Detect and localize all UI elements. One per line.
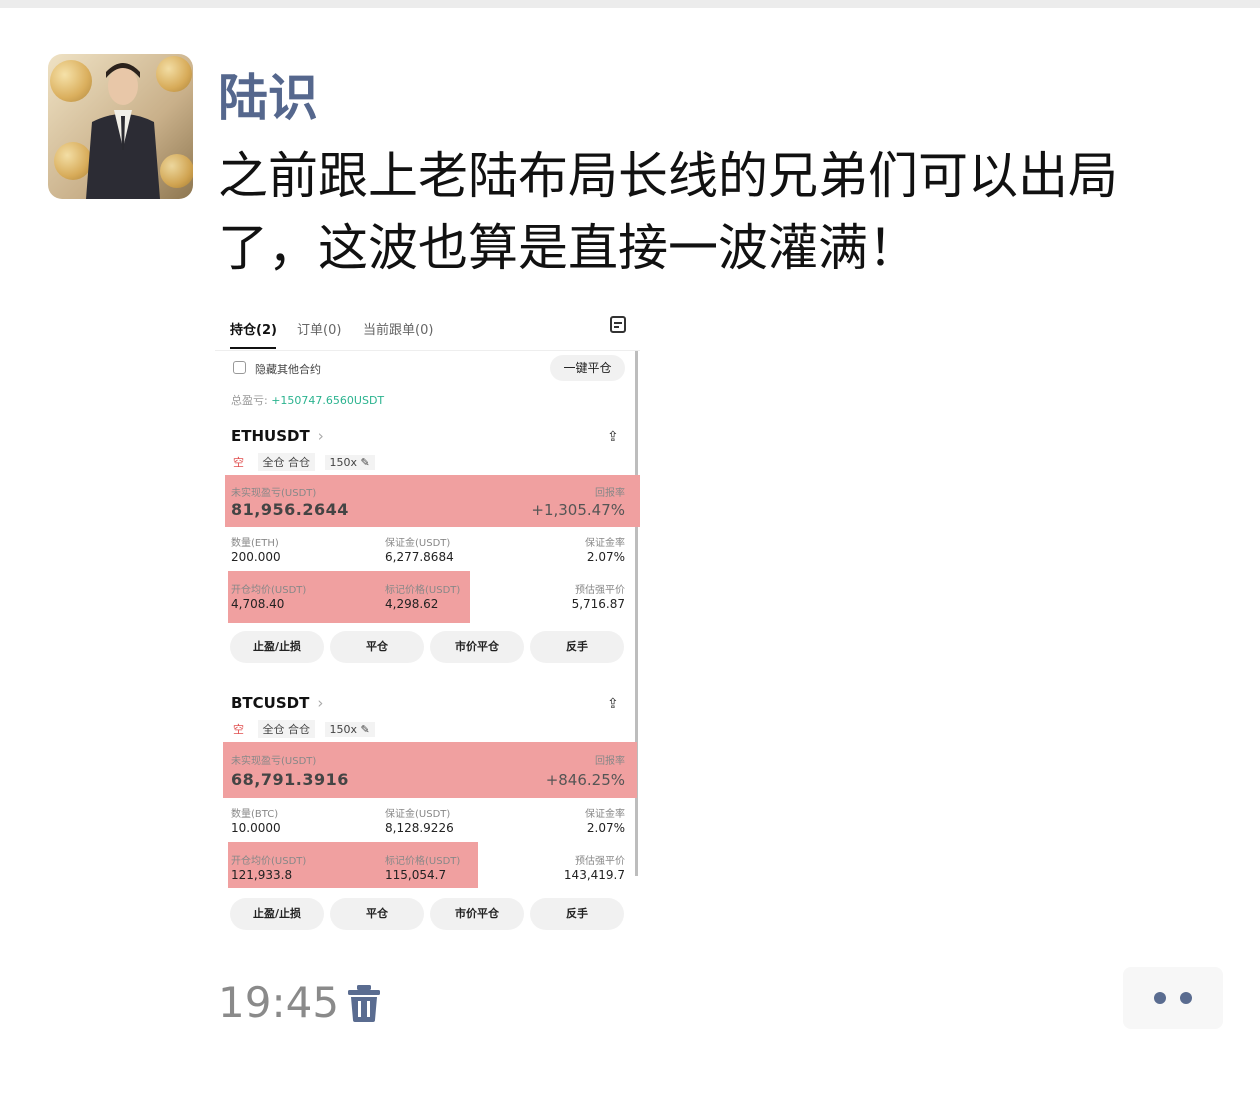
avatar[interactable] xyxy=(48,54,193,199)
symbol-label: BTCUSDT xyxy=(231,694,310,712)
position-symbol[interactable]: ETHUSDT › xyxy=(231,427,324,445)
position-actions: 止盈/止损 平仓 市价平仓 反手 xyxy=(230,898,625,930)
position-tags: 空 全仓 合仓 150x ✎ xyxy=(233,453,381,471)
roe-value: +1,305.47% xyxy=(531,501,625,519)
liq-price-label: 预估强平价 xyxy=(575,856,625,867)
more-icon[interactable] xyxy=(1123,967,1223,1029)
market-close-button[interactable]: 市价平仓 xyxy=(430,631,524,663)
message-time: 19:45 xyxy=(218,978,340,1027)
tp-sl-button[interactable]: 止盈/止损 xyxy=(230,631,324,663)
margin-value: 8,128.9226 xyxy=(385,821,454,835)
close-position-button[interactable]: 平仓 xyxy=(330,631,424,663)
tab-orders[interactable]: 订单(0) xyxy=(297,319,341,338)
mark-price-label: 标记价格(USDT) xyxy=(385,856,461,867)
leverage-value: 150x xyxy=(329,723,358,736)
close-position-button[interactable]: 平仓 xyxy=(330,898,424,930)
quantity-value: 200.000 xyxy=(231,550,281,564)
liq-price-label: 预估强平价 xyxy=(575,585,625,596)
side-tag: 空 xyxy=(233,456,244,469)
roe-value: +846.25% xyxy=(545,771,625,789)
margin-ratio-label: 保证金率 xyxy=(585,809,625,820)
position-card-btc: BTCUSDT › ⇪ 空 全仓 合仓 150x ✎ 未实现盈亏(USDT) 68… xyxy=(215,692,640,942)
tp-sl-button[interactable]: 止盈/止损 xyxy=(230,898,324,930)
position-symbol[interactable]: BTCUSDT › xyxy=(231,694,323,712)
margin-ratio-value: 2.07% xyxy=(586,550,625,564)
mark-price-value: 115,054.7 xyxy=(385,868,447,882)
unrealized-pnl-value: 68,791.3916 xyxy=(231,770,349,789)
person-figure xyxy=(86,63,160,199)
close-all-button[interactable]: 一键平仓 xyxy=(550,355,625,381)
total-pnl-value: +150747.6560USDT xyxy=(271,394,385,407)
margin-ratio-label: 保证金率 xyxy=(585,538,625,549)
margin-value: 6,277.8684 xyxy=(385,550,454,564)
symbol-label: ETHUSDT xyxy=(231,427,310,445)
margin-label: 保证金(USDT) xyxy=(385,538,451,549)
entry-price-label: 开仓均价(USDT) xyxy=(231,856,307,867)
position-actions: 止盈/止损 平仓 市价平仓 反手 xyxy=(230,631,625,663)
market-close-button[interactable]: 市价平仓 xyxy=(430,898,524,930)
share-icon[interactable]: ⇪ xyxy=(607,429,623,445)
entry-price-value: 121,933.8 xyxy=(231,868,293,882)
entry-price-label: 开仓均价(USDT) xyxy=(231,585,307,596)
reverse-button[interactable]: 反手 xyxy=(530,631,624,663)
quantity-label: 数量(BTC) xyxy=(231,809,279,820)
margin-label: 保证金(USDT) xyxy=(385,809,451,820)
entry-price-value: 4,708.40 xyxy=(231,597,285,611)
chevron-right-icon: › xyxy=(317,694,324,712)
reverse-button[interactable]: 反手 xyxy=(530,898,624,930)
leverage-value: 150x xyxy=(329,456,358,469)
tab-underline xyxy=(230,347,276,349)
liq-price-value: 143,419.7 xyxy=(563,868,625,882)
hide-contracts-checkbox[interactable] xyxy=(233,361,246,374)
total-pnl: 总盈亏: +150747.6560USDT xyxy=(231,392,384,408)
tab-positions[interactable]: 持仓(2) xyxy=(230,319,277,338)
dot xyxy=(1180,992,1192,1004)
position-card-eth: ETHUSDT › ⇪ 空 全仓 合仓 150x ✎ 未实现盈亏(USDT) 81… xyxy=(215,425,640,675)
hide-contracts-label: 隐藏其他合约 xyxy=(255,363,321,376)
tab-copy-orders[interactable]: 当前跟单(0) xyxy=(363,319,433,338)
roe-label: 回报率 xyxy=(595,488,625,499)
roe-label: 回报率 xyxy=(595,756,625,767)
edit-icon: ✎ xyxy=(360,456,370,469)
chevron-right-icon: › xyxy=(317,427,324,445)
top-divider xyxy=(0,0,1260,8)
margin-mode-tag: 全仓 合仓 xyxy=(257,453,315,471)
position-tabs: 持仓(2) 订单(0) 当前跟单(0) xyxy=(215,305,640,351)
quantity-value: 10.0000 xyxy=(231,821,281,835)
trading-screenshot[interactable]: 持仓(2) 订单(0) 当前跟单(0) 隐藏其他合约 一键平仓 总盈亏: +15… xyxy=(215,305,640,940)
leverage-tag[interactable]: 150x ✎ xyxy=(324,455,375,470)
doc-icon[interactable] xyxy=(610,316,626,333)
quantity-label: 数量(ETH) xyxy=(231,538,279,549)
liq-price-value: 5,716.87 xyxy=(571,597,625,611)
edit-icon: ✎ xyxy=(360,723,370,736)
dot xyxy=(1154,992,1166,1004)
message-text: 之前跟上老陆布局长线的兄弟们可以出局了，这波也算是直接一波灌满！ xyxy=(218,147,1118,277)
side-tag: 空 xyxy=(233,723,244,736)
unrealized-pnl-label: 未实现盈亏(USDT) xyxy=(231,756,317,767)
mark-price-value: 4,298.62 xyxy=(385,597,439,611)
leverage-tag[interactable]: 150x ✎ xyxy=(324,722,375,737)
position-tags: 空 全仓 合仓 150x ✎ xyxy=(233,720,381,738)
margin-ratio-value: 2.07% xyxy=(586,821,625,835)
unrealized-pnl-label: 未实现盈亏(USDT) xyxy=(231,488,317,499)
author-name[interactable]: 陆识 xyxy=(218,58,318,130)
margin-mode-tag: 全仓 合仓 xyxy=(257,720,315,738)
share-icon[interactable]: ⇪ xyxy=(607,696,623,712)
mark-price-label: 标记价格(USDT) xyxy=(385,585,461,596)
trash-icon[interactable] xyxy=(347,984,381,1022)
total-pnl-label: 总盈亏: xyxy=(231,394,268,407)
unrealized-pnl-value: 81,956.2644 xyxy=(231,500,349,519)
